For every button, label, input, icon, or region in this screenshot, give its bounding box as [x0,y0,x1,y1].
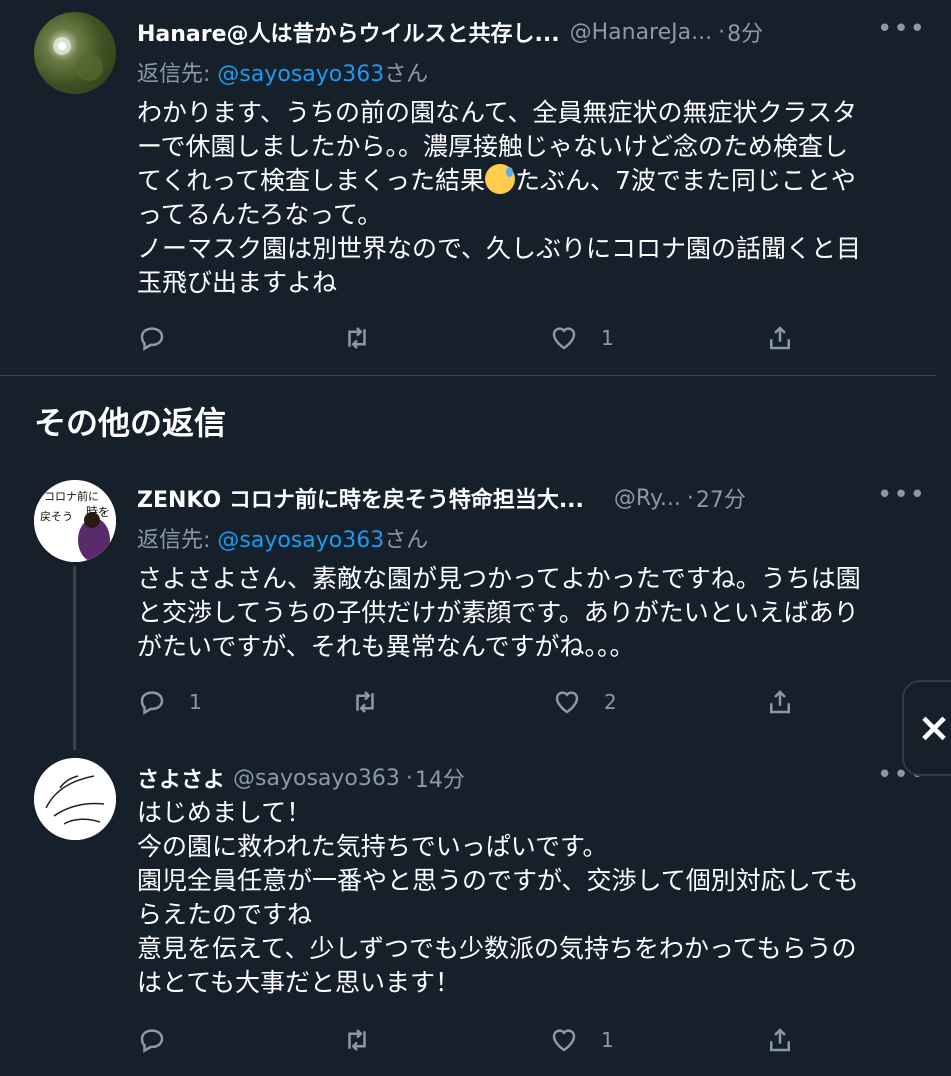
more-icon[interactable]: ••• [877,14,926,44]
like-icon [555,691,579,714]
tweet-line: と交渉してうちの子供だけが素顔です。ありがたいといえばあり [137,598,859,627]
like-count: 1 [601,326,614,350]
avatar[interactable] [34,12,116,94]
display-name[interactable]: Hanare@人は昔からウイルスと共存し... [137,16,560,48]
tweet-line-part: てくれって検査しまくった結果 [137,166,486,195]
reply-context: 返信先: @sayosayo363さん [137,522,428,554]
tweet-line: ってるんたろなって。 [137,200,383,229]
mention-link[interactable]: @sayosayo363 [217,528,384,553]
tweet-line: さよさよさん、素敵な園が見つかってよかったですね。うちは園 [137,564,861,593]
display-name[interactable]: さよさよ [137,762,225,794]
separator-dot: · [686,485,694,511]
divider [0,375,936,376]
tweet-line: ノーマスク園は別世界なので、久しぶりにコロナ園の話聞くと目 [137,234,862,263]
user-handle[interactable]: @sayosayo363 [233,766,400,791]
timestamp[interactable]: 8分 [727,16,763,48]
tweet-text: わかります、うちの前の園なんて、全員無症状の無症状クラスタ ーで休園しましたから… [137,96,912,300]
tweet-line: らえたのですね [137,900,313,929]
share-icon [770,690,790,714]
reply-button[interactable] [137,1020,167,1060]
timestamp[interactable]: 27分 [696,482,746,514]
retweet-button[interactable] [342,1020,372,1060]
action-bar: 1 [137,318,837,358]
separator-dot: · [718,19,726,45]
avatar[interactable]: コロナ前に 戻そう 時を [34,480,116,562]
avatar-text: コロナ前に [44,489,99,503]
tweet-line: がたいですが、それも異常なんですがね。。。 [137,632,635,661]
display-name[interactable]: ZENKO コロナ前に時を戻そう特命担当大... [137,482,584,514]
retweet-icon [356,691,374,713]
retweet-button[interactable] [350,682,380,722]
tweet-line: はとても大事だと思います！ [137,968,461,997]
reply-icon [140,327,164,351]
reply-to-suffix: さん [384,62,429,87]
tweet-line: 意見を伝えて、少しずつでも少数派の気持ちをわかってもらうの [137,934,857,963]
action-bar: 1 2 [137,682,837,722]
tweet-line: はじめまして！ [137,798,312,827]
tweet-line: てくれって検査しまくった結果 たぶん、7波でまた同じことや [137,164,912,198]
like-icon [552,1029,576,1052]
tweet-line: ーで休園しましたから。。濃厚接触じゃないけど念のため検査し [137,132,849,161]
retweet-icon [348,1029,366,1051]
tweet-text: さよさよさん、素敵な園が見つかってよかったですね。うちは園 と交渉してうちの子供… [137,562,912,664]
share-button[interactable] [765,682,795,722]
more-icon[interactable]: ••• [877,480,926,510]
like-count: 1 [601,1028,614,1052]
action-bar: 1 [137,1020,837,1060]
share-icon [770,1028,790,1052]
like-button[interactable]: 1 [549,1020,614,1060]
tweet-line: わかります、うちの前の園なんて、全員無症状の無症状クラスタ [137,98,858,127]
avatar[interactable] [34,758,116,840]
reply-icon [140,691,164,715]
reply-to-suffix: さん [384,528,429,553]
reply-icon [140,1029,164,1053]
grinning-face-with-sweat-icon [485,164,516,194]
like-button[interactable]: 2 [552,682,617,722]
section-title: その他の返信 [34,404,227,442]
tweet[interactable]: さよさよ @sayosayo363 · 14分 ••• はじめまして！ 今の園に… [0,758,936,1076]
like-button[interactable]: 1 [549,318,614,358]
user-handle[interactable]: @HanareJa... [570,20,713,45]
tweet-line: 玉飛び出ますよね [137,268,338,297]
share-icon [770,326,790,350]
user-handle[interactable]: @Ry... [614,486,681,511]
like-icon [552,327,576,350]
separator-dot: · [405,765,413,791]
like-count: 2 [604,690,617,714]
reply-count: 1 [189,690,202,714]
reply-to-label: 返信先: [137,62,218,87]
retweet-button[interactable] [342,318,372,358]
tweet-text: はじめまして！ 今の園に救われた気持ちでいっぱいです。 園児全員任意が一番やと思… [137,796,912,1000]
timestamp[interactable]: 14分 [415,762,465,794]
reply-context: 返信先: @sayosayo363さん [137,56,428,88]
reply-to-label: 返信先: [137,528,218,553]
reply-button[interactable]: 1 [137,682,202,722]
tweet[interactable]: コロナ前に 戻そう 時を ZENKO コロナ前に時を戻そう特命担当大... @R… [0,478,936,750]
tweet-line-part: たぶん、7波でまた同じことや [515,166,856,195]
share-button[interactable] [765,318,795,358]
close-icon[interactable]: × [902,680,951,776]
tweet[interactable]: Hanare@人は昔からウイルスと共存し... @HanareJa... · 8… [0,0,936,375]
retweet-icon [348,327,366,349]
avatar-text: 戻そう [40,510,73,523]
tweet-line: 園児全員任意が一番やと思うのですが、交渉して個別対応しても [137,866,859,895]
share-button[interactable] [765,1020,795,1060]
mention-link[interactable]: @sayosayo363 [217,62,384,87]
reply-button[interactable] [137,318,167,358]
tweet-line: 今の園に救われた気持ちでいっぱいです。 [137,832,608,861]
